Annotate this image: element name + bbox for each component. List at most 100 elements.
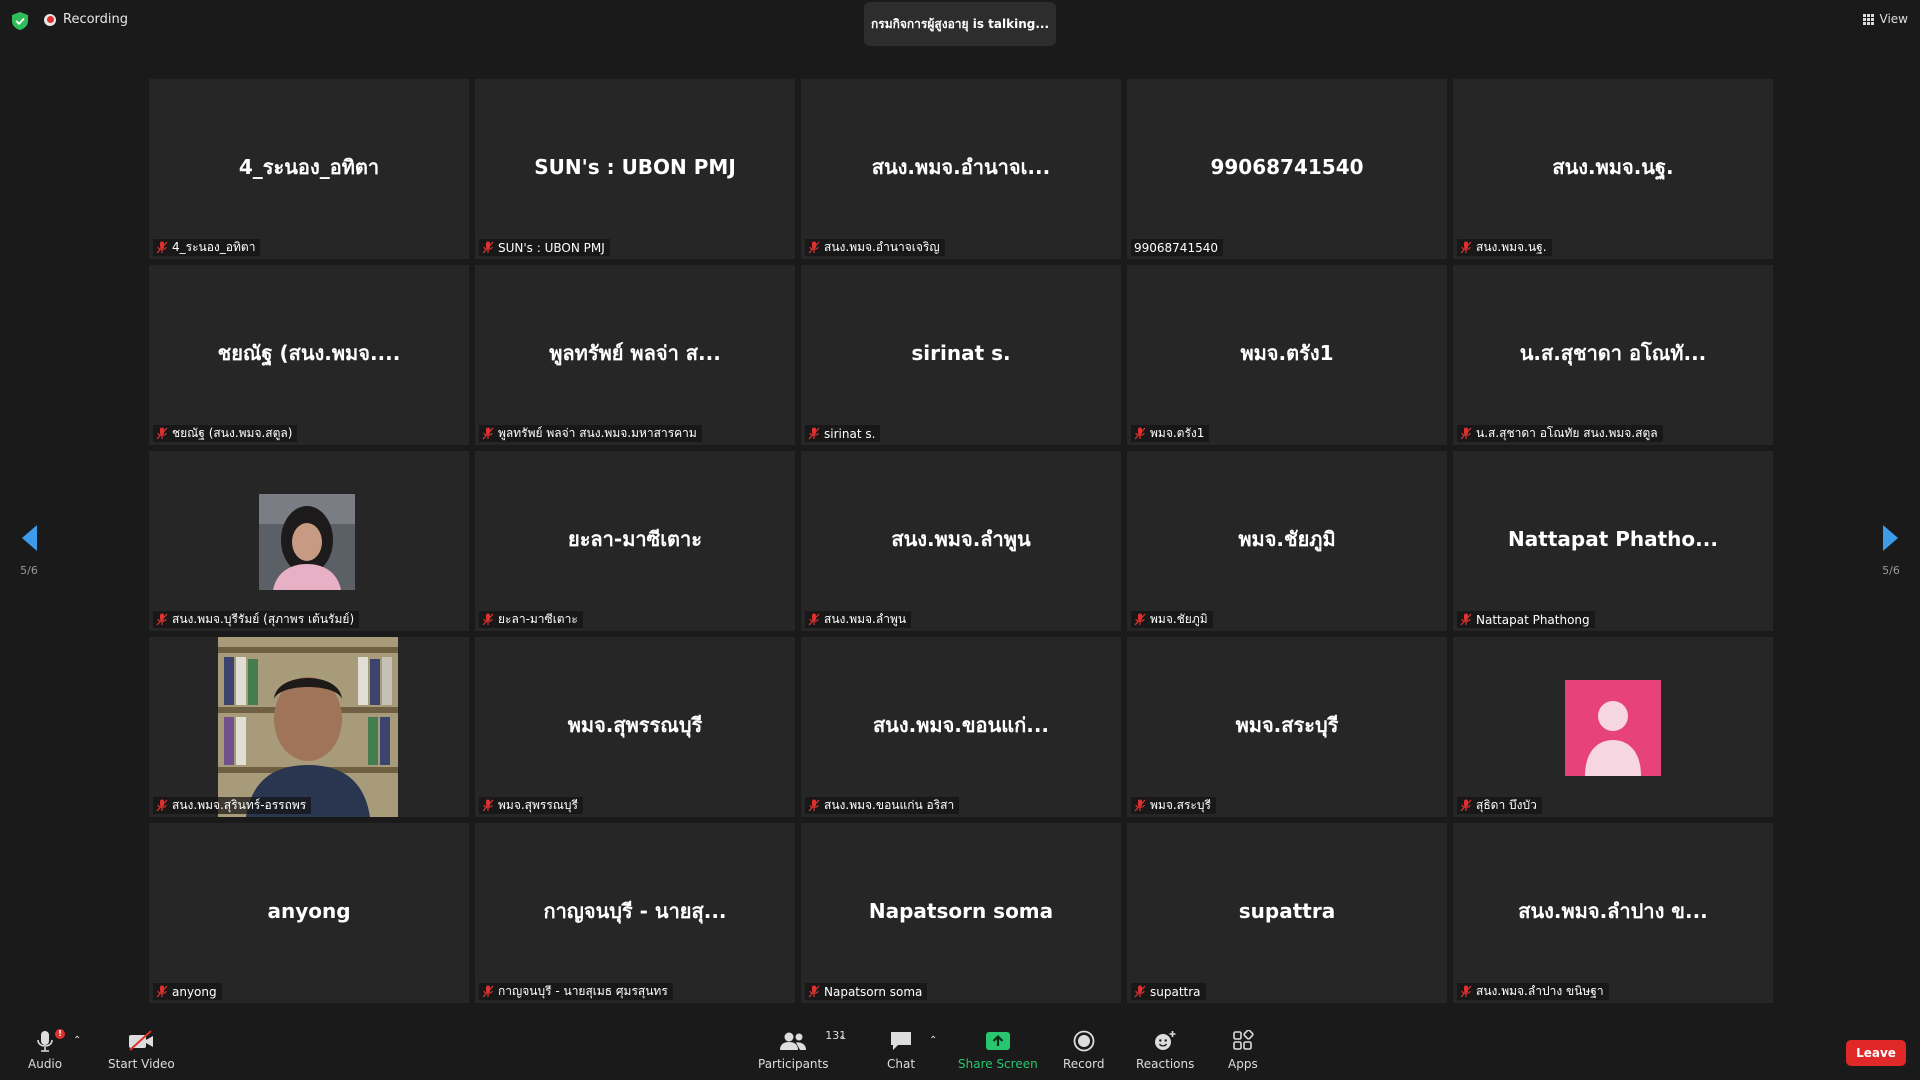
participant-name: SUN's : UBON PMJ — [498, 240, 605, 255]
participant-name: กาญจนบุรี - นายสุเมธ ศุมรสุนทร — [498, 984, 668, 998]
muted-mic-icon — [808, 241, 820, 254]
share-screen-label: Share Screen — [958, 1057, 1038, 1071]
participant-name-tag: พูลทรัพย์ พลจ่า สนง.พมจ.มหาสารคาม — [479, 425, 702, 442]
participant-name-tag: 4_ระนอง_อทิตา — [153, 239, 261, 256]
leave-button[interactable]: Leave — [1846, 1040, 1906, 1066]
participant-tile[interactable]: Nattapat Phatho... Nattapat Phathong — [1453, 451, 1773, 631]
participant-tile[interactable]: สนง.พมจ.สุรินทร์-อรรถพร — [149, 637, 469, 817]
recording-label: Recording — [63, 12, 129, 27]
participant-display-name: น.ส.สุชาดา อโณทั... — [1519, 341, 1707, 365]
participant-name: Nattapat Phathong — [1476, 612, 1590, 627]
participant-tile[interactable]: ยะลา-มาซีเตาะ ยะลา-มาซีเตาะ — [475, 451, 795, 631]
participant-display-name: พมจ.ชัยภูมิ — [1238, 527, 1336, 551]
chat-icon — [891, 1032, 912, 1050]
participant-name-tag: สนง.พมจ.นฐ. — [1457, 239, 1552, 256]
participant-display-name: สนง.พมจ.ขอนแก่... — [872, 713, 1050, 737]
participant-name-tag: สุธิดา บึงบัว — [1457, 797, 1542, 814]
participant-name: 99068741540 — [1134, 240, 1218, 255]
participant-name-tag: Napatsorn soma — [805, 983, 928, 1000]
start-video-button[interactable]: Start Video — [108, 1026, 175, 1071]
participant-tile[interactable]: SUN's : UBON PMJ SUN's : UBON PMJ — [475, 79, 795, 259]
record-button[interactable]: Record — [1063, 1026, 1104, 1071]
participant-name-tag: น.ส.สุชาดา อโณทัย สนง.พมจ.สตูล — [1457, 425, 1663, 442]
view-button[interactable]: View — [1862, 12, 1908, 26]
share-screen-icon — [985, 1032, 1010, 1050]
reactions-button[interactable]: Reactions — [1136, 1026, 1194, 1071]
participant-display-name: ยะลา-มาซีเตาะ — [567, 527, 703, 551]
muted-mic-icon — [482, 985, 494, 998]
chat-label: Chat — [887, 1057, 916, 1071]
participant-tile[interactable]: 99068741540 99068741540 — [1127, 79, 1447, 259]
participant-name: สนง.พมจ.ลำพูน — [824, 612, 907, 626]
participant-tile[interactable]: พมจ.สุพรรณบุรี พมจ.สุพรรณบุรี — [475, 637, 795, 817]
participant-tile[interactable]: ชยณัฐ (สนง.พมจ.... ชยณัฐ (สนง.พมจ.สตูล) — [149, 265, 469, 445]
participant-tile[interactable]: สนง.พมจ.นฐ. สนง.พมจ.นฐ. — [1453, 79, 1773, 259]
participant-tile[interactable]: พมจ.ตรัง1 พมจ.ตรัง1 — [1127, 265, 1447, 445]
participant-tile[interactable]: Napatsorn soma Napatsorn soma — [801, 823, 1121, 1003]
participant-tile[interactable]: พมจ.ชัยภูมิ พมจ.ชัยภูมิ — [1127, 451, 1447, 631]
participant-display-name: พมจ.ตรัง1 — [1240, 341, 1334, 365]
participant-name: anyong — [172, 984, 217, 999]
audio-options-chevron-icon[interactable]: ⌃ — [73, 1035, 81, 1046]
participant-display-name: Nattapat Phatho... — [1508, 527, 1718, 551]
shield-icon[interactable] — [12, 12, 28, 30]
participant-tile[interactable]: สนง.พมจ.ลำปาง ข... สนง.พมจ.ลำปาง ขนิษฐา — [1453, 823, 1773, 1003]
grid-view-icon — [1862, 13, 1874, 25]
participant-name: สนง.พมจ.ลำปาง ขนิษฐา — [1476, 984, 1604, 998]
participant-name-tag: สนง.พมจ.ลำพูน — [805, 611, 912, 628]
participant-tile[interactable]: 4_ระนอง_อทิตา 4_ระนอง_อทิตา — [149, 79, 469, 259]
participant-tile[interactable]: พมจ.สระบุรี พมจ.สระบุรี — [1127, 637, 1447, 817]
participant-tile[interactable]: สนง.พมจ.ลำพูน สนง.พมจ.ลำพูน — [801, 451, 1121, 631]
participant-tile[interactable]: กาญจนบุรี - นายสุ... กาญจนบุรี - นายสุเม… — [475, 823, 795, 1003]
chat-options-chevron-icon[interactable]: ⌃ — [929, 1035, 937, 1046]
participant-name-tag: anyong — [153, 983, 222, 1000]
participant-display-name: supattra — [1238, 899, 1336, 923]
participant-tile[interactable]: พูลทรัพย์ พลจ่า ส... พูลทรัพย์ พลจ่า สนง… — [475, 265, 795, 445]
participant-name: sirinat s. — [824, 426, 876, 441]
participant-display-name: พูลทรัพย์ พลจ่า ส... — [549, 341, 721, 365]
muted-mic-icon — [156, 613, 168, 626]
previous-page-button[interactable]: 5/6 — [14, 524, 44, 577]
participant-name: สุธิดา บึงบัว — [1476, 798, 1537, 812]
participant-tile[interactable]: anyong anyong — [149, 823, 469, 1003]
participant-name: พูลทรัพย์ พลจ่า สนง.พมจ.มหาสารคาม — [498, 426, 697, 440]
top-bar: Recording กรมกิจการผู้สูงอายุ is talking… — [0, 0, 1920, 46]
recording-indicator[interactable]: Recording — [44, 12, 128, 27]
participant-display-name: กาญจนบุรี - นายสุ... — [543, 899, 727, 923]
participant-display-name: สนง.พมจ.อำนาจเ... — [871, 155, 1051, 179]
video-feed — [218, 637, 398, 817]
muted-mic-icon — [1460, 241, 1472, 254]
audio-warning-badge: ! — [55, 1029, 66, 1039]
muted-mic-icon — [808, 613, 820, 626]
participant-name: ยะลา-มาซีเตาะ — [498, 612, 578, 626]
apps-button[interactable]: Apps — [1228, 1026, 1258, 1071]
participants-options-chevron-icon[interactable]: ⌃ — [838, 1035, 846, 1046]
audio-button[interactable]: ! Audio — [28, 1026, 66, 1071]
muted-mic-icon — [808, 985, 820, 998]
participant-name-tag: กาญจนบุรี - นายสุเมธ ศุมรสุนทร — [479, 983, 673, 1000]
share-screen-button[interactable]: Share Screen — [958, 1026, 1038, 1071]
chat-button[interactable]: Chat — [887, 1026, 915, 1071]
participant-tile[interactable]: sirinat s. sirinat s. — [801, 265, 1121, 445]
participant-name-tag: sirinat s. — [805, 425, 881, 442]
participant-display-name: 4_ระนอง_อทิตา — [238, 155, 380, 179]
participant-tile[interactable]: สุธิดา บึงบัว — [1453, 637, 1773, 817]
participant-tile[interactable]: สนง.พมจ.อำนาจเ... สนง.พมจ.อำนาจเจริญ — [801, 79, 1121, 259]
next-page-button[interactable]: 5/6 — [1876, 524, 1906, 577]
participant-tile[interactable]: สนง.พมจ.บุรีรัมย์ (สุภาพร เต้นรัมย์) — [149, 451, 469, 631]
smiley-add-icon — [1155, 1031, 1176, 1050]
participant-display-name: anyong — [267, 899, 351, 923]
arrow-left-icon — [22, 525, 37, 551]
participant-tile[interactable]: supattra supattra — [1127, 823, 1447, 1003]
participants-button[interactable]: 131 Participants — [758, 1026, 846, 1071]
muted-mic-icon — [1134, 613, 1146, 626]
view-label: View — [1879, 12, 1908, 26]
participants-icon — [780, 1032, 807, 1050]
participant-tile[interactable]: น.ส.สุชาดา อโณทั... น.ส.สุชาดา อโณทัย สน… — [1453, 265, 1773, 445]
participant-display-name: Napatsorn soma — [868, 899, 1054, 923]
microphone-icon — [37, 1031, 53, 1052]
profile-photo-woman-icon — [259, 494, 355, 590]
participant-name: supattra — [1150, 984, 1201, 999]
participant-tile[interactable]: สนง.พมจ.ขอนแก่... สนง.พมจ.ขอนแก่น อริสา — [801, 637, 1121, 817]
muted-mic-icon — [482, 241, 494, 254]
